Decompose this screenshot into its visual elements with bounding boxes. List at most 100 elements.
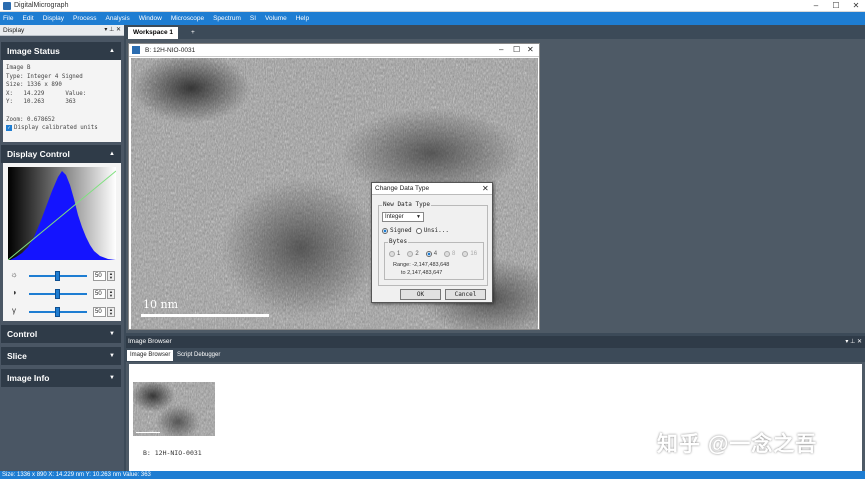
histogram[interactable] bbox=[8, 167, 116, 260]
minimize-icon[interactable]: – bbox=[499, 45, 503, 54]
menu-file[interactable]: File bbox=[3, 15, 13, 22]
display-control-header[interactable]: Display Control ▲ bbox=[1, 145, 121, 163]
expand-arrow-icon[interactable]: ▼ bbox=[109, 369, 115, 387]
watermark-text: 知乎 @一念之吾 bbox=[657, 433, 818, 456]
minimize-button[interactable]: – bbox=[809, 0, 823, 12]
collapse-arrow-icon[interactable]: ▲ bbox=[109, 145, 115, 163]
image-thumbnail[interactable] bbox=[133, 382, 215, 436]
menu-volume[interactable]: Volume bbox=[265, 15, 287, 22]
image-info-section-header[interactable]: Image Info ▼ bbox=[1, 369, 121, 387]
menu-microscope[interactable]: Microscope bbox=[171, 15, 204, 22]
range-min: Range: -2,147,483,648 bbox=[393, 262, 450, 268]
tab-workspace-1[interactable]: Workspace 1 bbox=[128, 27, 178, 39]
image-browser-header: Image Browser ▾ ⊥ ✕ bbox=[126, 336, 865, 348]
tab-script-debugger[interactable]: Script Debugger bbox=[174, 350, 223, 361]
signed-option[interactable]: Signed Unsi... bbox=[382, 227, 449, 234]
unsigned-radio[interactable] bbox=[415, 227, 422, 234]
status-line: Y: 10.263 363 bbox=[6, 99, 76, 106]
expand-arrow-icon[interactable]: ▼ bbox=[109, 347, 115, 365]
contrast-knob[interactable] bbox=[55, 289, 60, 299]
app-icon bbox=[3, 2, 11, 10]
tab-image-browser[interactable]: Image Browser bbox=[127, 350, 174, 361]
maximize-button[interactable]: ☐ bbox=[829, 0, 843, 12]
menu-help[interactable]: Help bbox=[296, 15, 309, 22]
data-type-select-value: Integer bbox=[385, 214, 404, 220]
menu-process[interactable]: Process bbox=[73, 15, 96, 22]
bytes-radio[interactable] bbox=[444, 251, 451, 257]
bytes-radio[interactable] bbox=[389, 251, 395, 257]
status-line: X: 14.229 Value: bbox=[6, 90, 87, 97]
maximize-icon[interactable]: ☐ bbox=[513, 45, 520, 54]
panel-controls[interactable]: ▾ ⊥ ✕ bbox=[845, 336, 862, 348]
unsigned-label: Unsi... bbox=[423, 227, 449, 234]
gamma-icon: γ bbox=[12, 306, 16, 315]
bytes-option-label: 16 bbox=[470, 251, 478, 257]
signed-radio[interactable] bbox=[382, 227, 388, 234]
bytes-option-label: 8 bbox=[452, 251, 456, 257]
ok-button[interactable]: OK bbox=[400, 289, 441, 300]
image-status-box: Image B Type: Integer 4 Signed Size: 133… bbox=[3, 60, 121, 142]
expand-arrow-icon[interactable]: ▼ bbox=[109, 325, 115, 343]
histogram-graphic bbox=[8, 167, 116, 260]
change-data-type-dialog: Change Data Type ✕ New Data Type Integer… bbox=[371, 182, 493, 303]
image-status-header[interactable]: Image Status ▲ bbox=[1, 42, 121, 60]
panel-controls[interactable]: ▾ ⊥ ✕ bbox=[104, 26, 121, 33]
cancel-button[interactable]: Cancel bbox=[445, 289, 486, 300]
bytes-radio[interactable] bbox=[425, 251, 432, 257]
status-line: Image B bbox=[6, 65, 31, 71]
dialog-close-icon[interactable]: ✕ bbox=[482, 184, 489, 193]
bytes-radio[interactable] bbox=[407, 251, 414, 257]
bytes-radio[interactable] bbox=[462, 251, 469, 257]
gamma-spinner[interactable]: ▲ ▼ bbox=[107, 307, 115, 317]
slice-section-title: Slice bbox=[7, 351, 27, 361]
display-control-title: Display Control bbox=[7, 149, 70, 159]
bytes-options: 1 2 4 8 16 bbox=[389, 251, 477, 257]
group-label: New Data Type bbox=[382, 201, 431, 208]
menu-analysis[interactable]: Analysis bbox=[105, 15, 129, 22]
brightness-icon: ☼ bbox=[10, 270, 18, 279]
brightness-spinner[interactable]: ▲ ▼ bbox=[107, 271, 115, 281]
control-section-title: Control bbox=[7, 329, 38, 339]
add-workspace-button[interactable]: + bbox=[186, 27, 200, 39]
brightness-slider-row: ☼ 50 ▲ ▼ bbox=[9, 270, 117, 282]
signed-label: Signed bbox=[390, 227, 412, 234]
bytes-group: Bytes 1 2 4 8 16 Range: -2,147,483,648 t… bbox=[384, 238, 484, 280]
menu-edit[interactable]: Edit bbox=[22, 15, 33, 22]
chevron-down-icon: ▼ bbox=[416, 214, 421, 220]
image-info-section-title: Image Info bbox=[7, 373, 50, 383]
close-icon[interactable]: ✕ bbox=[527, 45, 534, 54]
menu-si[interactable]: SI bbox=[250, 15, 256, 22]
menu-window[interactable]: Window bbox=[139, 15, 162, 22]
data-type-select[interactable]: Integer ▼ bbox=[382, 212, 424, 222]
new-data-type-group: New Data Type Integer ▼ Signed Unsi... B… bbox=[378, 201, 488, 286]
slice-section-header[interactable]: Slice ▼ bbox=[1, 347, 121, 365]
gamma-value[interactable]: 50 bbox=[93, 307, 106, 317]
calibrated-units-row: ✓ Display calibrated units bbox=[6, 124, 118, 133]
gamma-slider-row: γ 50 ▲ ▼ bbox=[9, 306, 117, 318]
brightness-value[interactable]: 50 bbox=[93, 271, 106, 281]
display-panel-header: Display ▾ ⊥ ✕ bbox=[0, 25, 124, 36]
image-window-title: B: 12H-NIO-0031 bbox=[145, 47, 196, 54]
close-button[interactable]: ✕ bbox=[849, 0, 863, 12]
contrast-icon: ◑ bbox=[11, 288, 17, 297]
contrast-value[interactable]: 50 bbox=[93, 289, 106, 299]
menu-spectrum[interactable]: Spectrum bbox=[213, 15, 241, 22]
dialog-title: Change Data Type bbox=[375, 185, 430, 192]
gamma-knob[interactable] bbox=[55, 307, 60, 317]
bytes-option-label: 2 bbox=[415, 251, 419, 257]
contrast-spinner[interactable]: ▲ ▼ bbox=[107, 289, 115, 299]
calibrated-units-checkbox[interactable]: ✓ bbox=[6, 125, 12, 132]
menu-bar: File Edit Display Process Analysis Windo… bbox=[0, 12, 865, 25]
scale-bar bbox=[141, 314, 269, 317]
display-panel-title: Display bbox=[3, 27, 25, 34]
menu-display[interactable]: Display bbox=[43, 15, 64, 22]
control-section-header[interactable]: Control ▼ bbox=[1, 325, 121, 343]
brightness-knob[interactable] bbox=[55, 271, 60, 281]
collapse-arrow-icon[interactable]: ▲ bbox=[109, 42, 115, 60]
bytes-option-label: 4 bbox=[433, 251, 438, 257]
scale-bar-label: 10 nm bbox=[143, 298, 179, 311]
status-line: Type: Integer 4 Signed bbox=[6, 73, 83, 80]
dialog-header: Change Data Type ✕ bbox=[372, 183, 492, 195]
bytes-option-label: 1 bbox=[397, 251, 401, 257]
thumbnail-graphic bbox=[133, 382, 215, 436]
